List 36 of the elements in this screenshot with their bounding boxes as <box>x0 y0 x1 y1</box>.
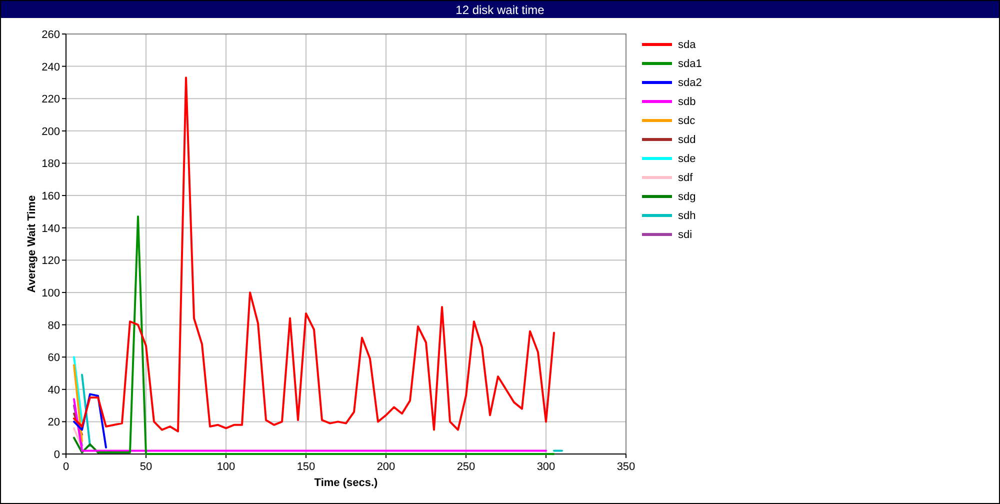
window-title: 12 disk wait time <box>1 1 999 18</box>
y-tick-label: 140 <box>42 222 60 235</box>
x-axis-title: Time (secs.) <box>314 477 378 489</box>
legend-label: sdg <box>678 190 696 202</box>
y-tick-label: 240 <box>42 61 60 74</box>
legend-label: sda <box>678 38 696 50</box>
legend-label: sdi <box>678 228 692 240</box>
legend-label: sde <box>678 152 696 164</box>
x-tick-label: 150 <box>296 461 316 473</box>
x-tick-label: 0 <box>62 461 70 473</box>
x-tick-label: 300 <box>536 461 556 473</box>
y-axis-title: Average Wait Time <box>26 195 38 293</box>
y-tick-label: 80 <box>48 320 60 332</box>
x-tick-label: 350 <box>616 461 636 473</box>
y-tick-label: 160 <box>42 190 60 203</box>
y-tick-label: 260 <box>42 29 60 41</box>
x-tick-label: 100 <box>216 461 236 473</box>
x-tick-label: 50 <box>140 461 152 473</box>
legend-label: sdf <box>678 172 693 184</box>
legend-label: sdb <box>678 96 696 108</box>
legend-label: sdd <box>678 134 696 146</box>
y-tick-label: 0 <box>54 449 60 461</box>
y-tick-label: 40 <box>48 384 60 396</box>
y-tick-label: 200 <box>42 126 60 138</box>
legend-label: sda1 <box>678 58 702 70</box>
y-tick-label: 60 <box>48 352 60 364</box>
y-tick-label: 180 <box>42 158 60 170</box>
x-tick-label: 200 <box>376 461 396 473</box>
y-tick-label: 120 <box>42 255 60 268</box>
y-tick-label: 100 <box>42 287 60 300</box>
legend-label: sdh <box>678 210 696 222</box>
y-tick-label: 20 <box>48 416 60 429</box>
y-tick-label: 220 <box>42 94 60 106</box>
legend-label: sdc <box>678 114 696 126</box>
legend-label: sda2 <box>678 76 702 88</box>
x-tick-label: 250 <box>456 461 476 473</box>
